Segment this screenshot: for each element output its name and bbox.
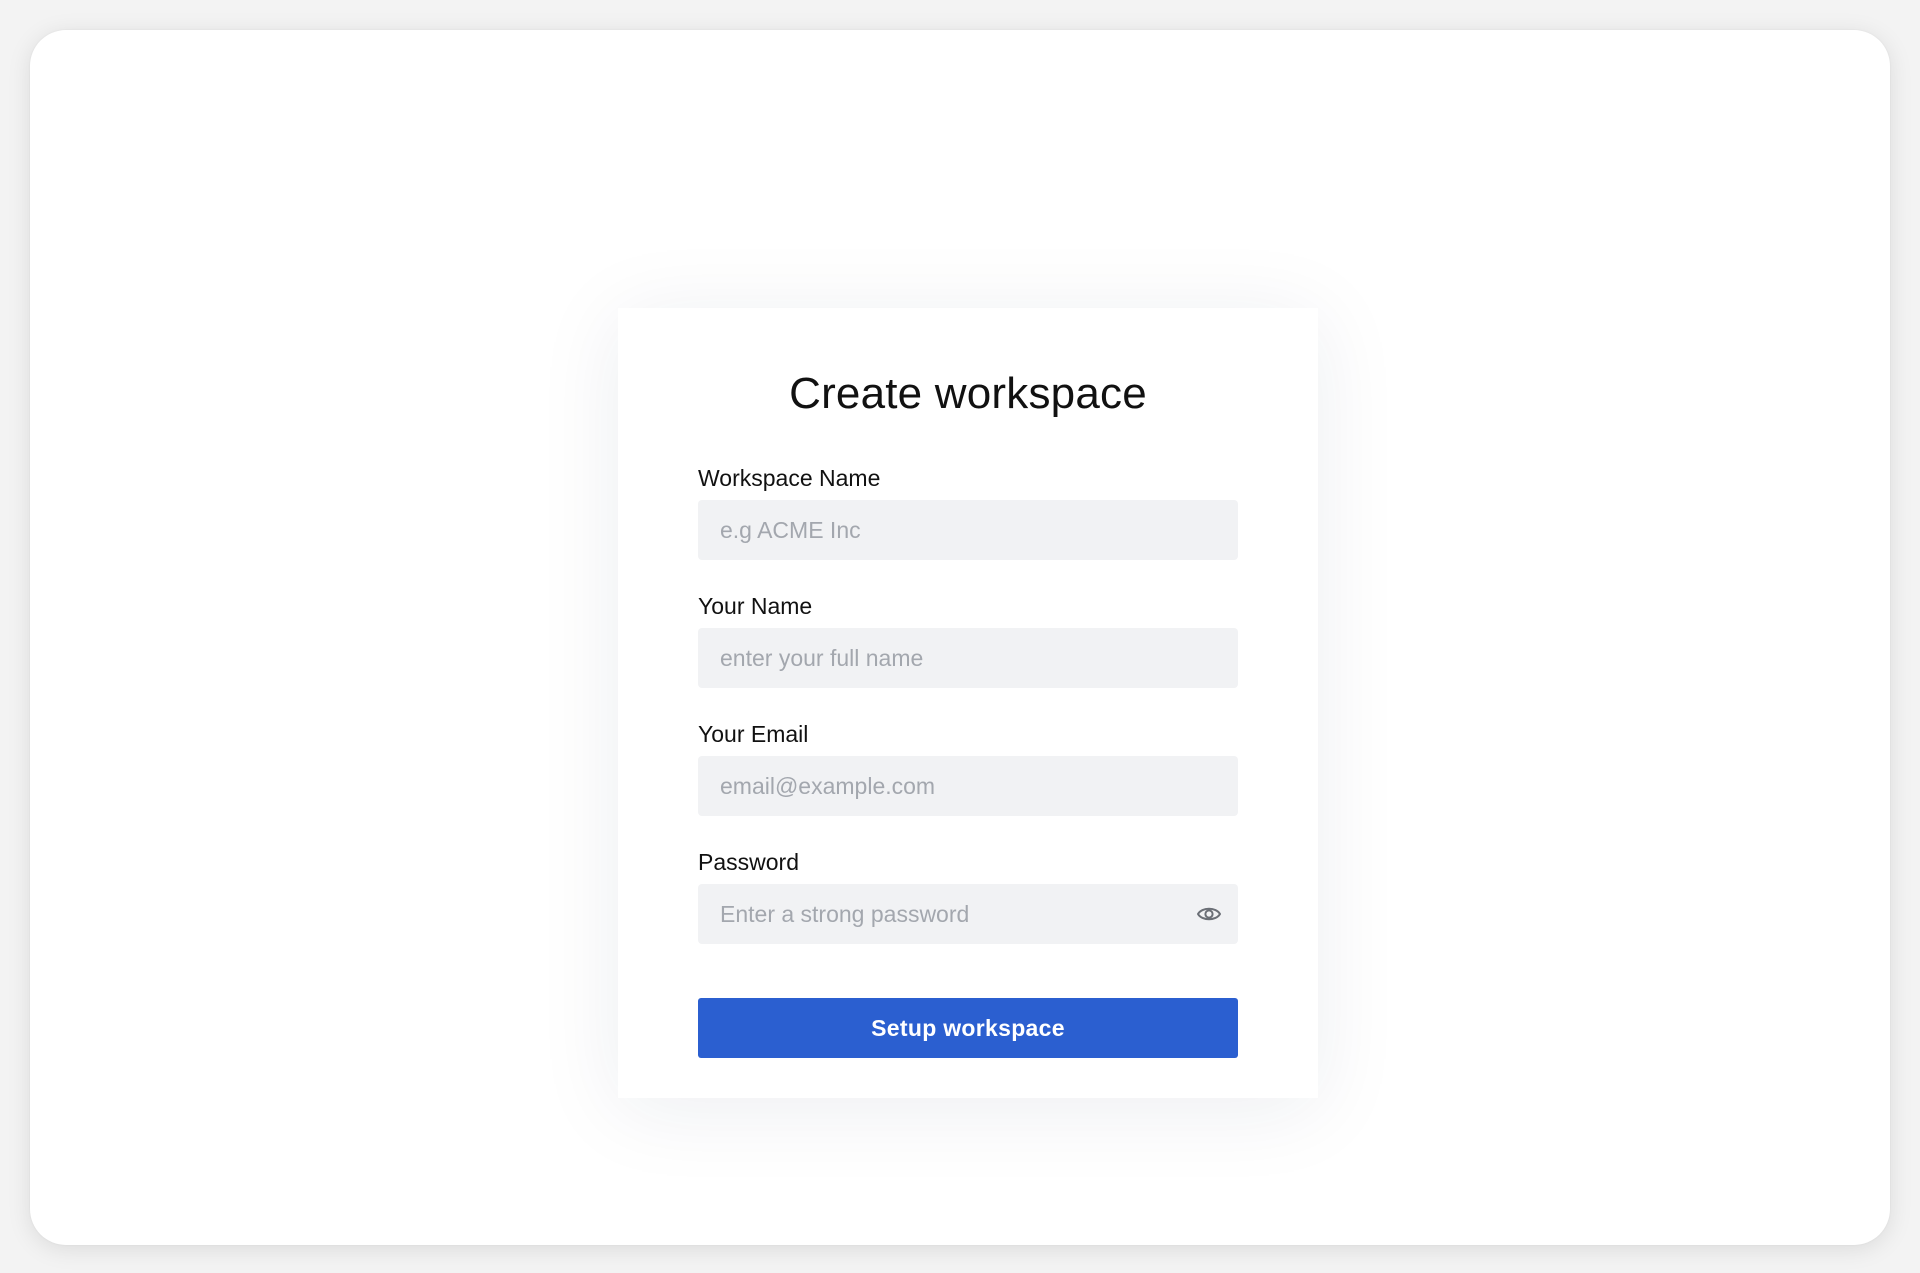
setup-workspace-button[interactable]: Setup workspace [698, 998, 1238, 1058]
your-email-input-wrapper [698, 756, 1238, 816]
your-name-field: Your Name [698, 592, 1238, 688]
app-window: Create workspace Workspace Name Your Nam… [30, 30, 1890, 1245]
password-label: Password [698, 849, 799, 875]
your-email-field: Your Email [698, 720, 1238, 816]
create-workspace-card: Create workspace Workspace Name Your Nam… [618, 308, 1318, 1098]
your-name-input[interactable] [698, 628, 1238, 688]
workspace-name-input-wrapper [698, 500, 1238, 560]
your-name-input-wrapper [698, 628, 1238, 688]
workspace-name-field: Workspace Name [698, 464, 1238, 560]
email-input[interactable] [698, 756, 1238, 816]
your-email-label: Your Email [698, 721, 809, 747]
workspace-name-label: Workspace Name [698, 465, 881, 491]
your-name-label: Your Name [698, 593, 813, 619]
password-input[interactable] [698, 884, 1238, 944]
password-input-wrapper [698, 884, 1238, 944]
eye-icon[interactable] [1196, 902, 1222, 926]
password-field: Password [698, 848, 1238, 944]
page-title: Create workspace [789, 369, 1147, 418]
workspace-name-input[interactable] [698, 500, 1238, 560]
